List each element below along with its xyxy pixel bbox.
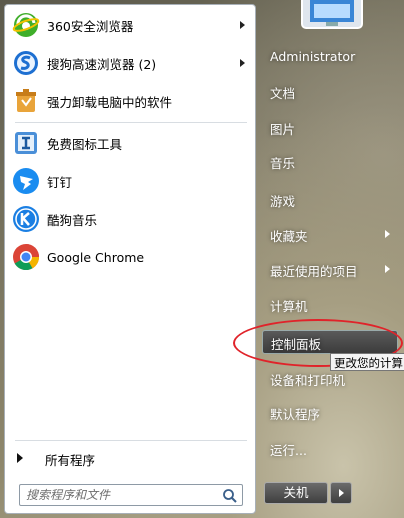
right-item-label: 收藏夹 [270, 229, 308, 244]
right-item-label: 设备和打印机 [270, 373, 346, 388]
shutdown-options-button[interactable] [330, 482, 352, 504]
right-item-pictures[interactable]: 图片 [262, 115, 398, 139]
sogou-browser-icon [11, 48, 41, 78]
right-item-label: 最近使用的项目 [270, 264, 358, 279]
right-item-label: Administrator [270, 49, 356, 64]
chevron-right-icon [339, 489, 344, 497]
program-label: 搜狗高速浏览器 (2) [47, 56, 157, 72]
right-item-documents[interactable]: 文档 [262, 79, 398, 103]
right-item-label: 音乐 [270, 156, 296, 171]
shutdown-button[interactable]: 关机 [264, 482, 328, 504]
program-label: 钉钉 [47, 174, 73, 190]
right-item-label: 文档 [270, 86, 296, 101]
program-label: 360安全浏览器 [47, 18, 134, 34]
submenu-arrow-icon [385, 265, 390, 273]
program-item-360-browser[interactable]: 360安全浏览器 [5, 7, 255, 43]
all-programs-button[interactable]: 所有程序 [5, 446, 255, 470]
uninstaller-icon [11, 86, 41, 116]
all-programs-divider [15, 440, 247, 441]
program-label: 免费图标工具 [47, 136, 123, 152]
right-item-label: 图片 [270, 122, 296, 137]
program-label: 酷狗音乐 [47, 212, 98, 228]
right-item-administrator[interactable]: Administrator [262, 45, 398, 69]
360-browser-icon [11, 10, 41, 40]
right-item-label: 游戏 [270, 194, 296, 209]
chrome-icon [11, 242, 41, 272]
program-item-uninstaller[interactable]: 强力卸载电脑中的软件 [5, 83, 255, 119]
start-menu-programs-panel: 360安全浏览器 搜狗高速浏览器 (2) 强力卸载电脑中的软件 免费图标工具 钉… [4, 4, 256, 514]
search-input[interactable] [26, 487, 216, 503]
submenu-arrow-icon [240, 21, 245, 29]
icon-tool-icon [11, 128, 41, 158]
program-label: Google Chrome [47, 249, 145, 265]
control-panel-tooltip: 更改您的计算 [330, 353, 404, 371]
search-icon[interactable] [222, 488, 238, 504]
right-item-label: 运行... [270, 443, 307, 458]
program-item-google-chrome[interactable]: Google Chrome [5, 239, 255, 275]
right-item-label: 计算机 [270, 299, 308, 314]
kugou-icon [11, 204, 41, 234]
right-item-favorites[interactable]: 收藏夹 [262, 222, 398, 246]
program-item-icon-tool[interactable]: 免费图标工具 [5, 125, 255, 161]
submenu-arrow-icon [240, 59, 245, 67]
right-item-games[interactable]: 游戏 [262, 187, 398, 211]
all-programs-label: 所有程序 [45, 453, 96, 468]
right-item-default-programs[interactable]: 默认程序 [262, 400, 398, 424]
right-item-computer[interactable]: 计算机 [262, 292, 398, 316]
right-item-recent-items[interactable]: 最近使用的项目 [262, 257, 398, 281]
dingtalk-icon [11, 166, 41, 196]
right-item-label: 默认程序 [270, 407, 321, 422]
program-label: 强力卸载电脑中的软件 [47, 94, 173, 110]
search-box[interactable] [19, 484, 243, 506]
expand-arrow-icon [17, 453, 23, 463]
user-picture-icon[interactable] [300, 0, 364, 30]
right-item-run[interactable]: 运行... [262, 436, 398, 460]
submenu-arrow-icon [385, 230, 390, 238]
program-item-kugou[interactable]: 酷狗音乐 [5, 201, 255, 237]
program-item-dingtalk[interactable]: 钉钉 [5, 163, 255, 199]
pinned-divider [15, 122, 247, 123]
right-item-music[interactable]: 音乐 [262, 149, 398, 173]
program-item-sogou-browser[interactable]: 搜狗高速浏览器 (2) [5, 45, 255, 81]
